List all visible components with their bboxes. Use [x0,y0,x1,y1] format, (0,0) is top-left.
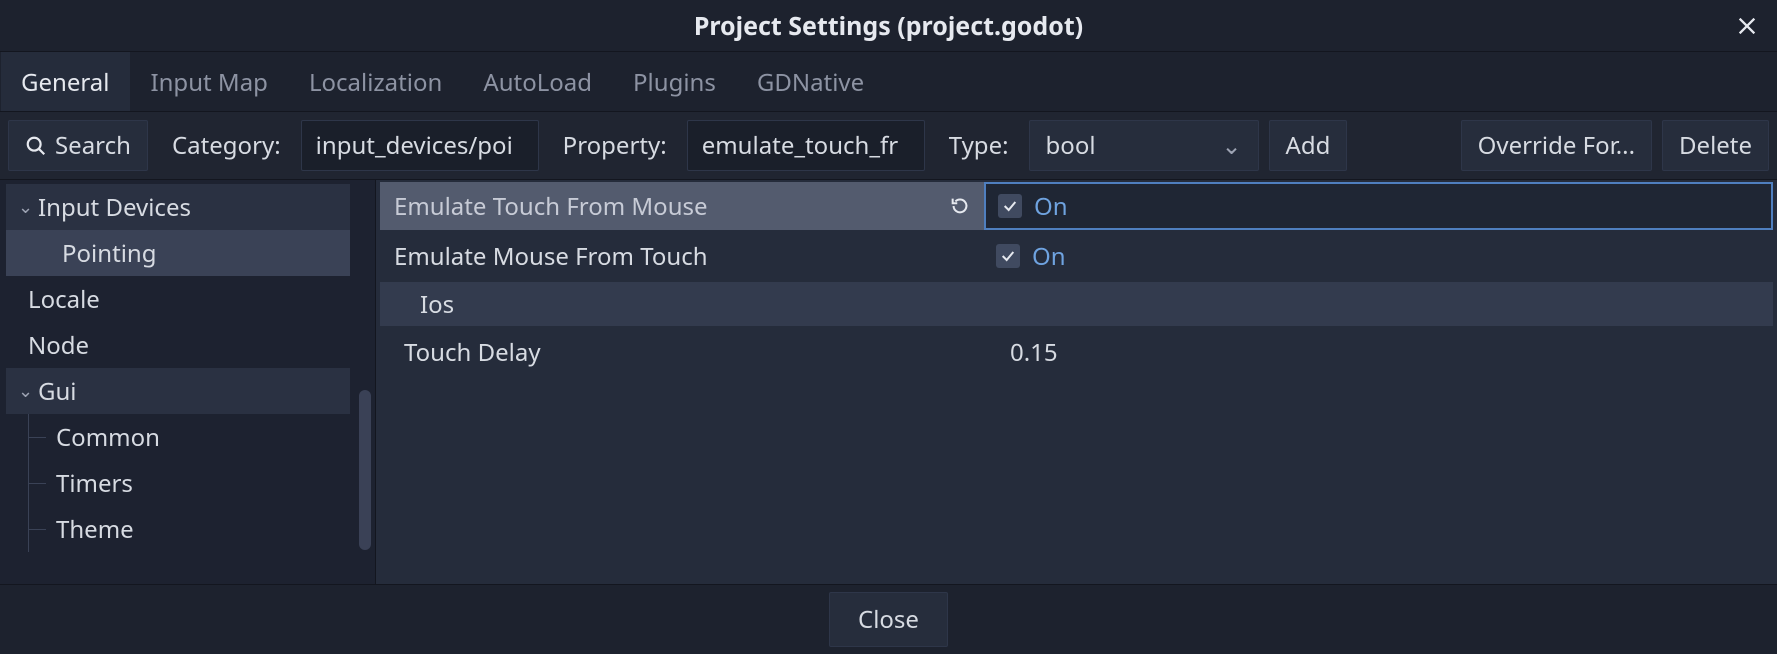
search-icon [25,135,47,157]
type-select-value: bool [1046,129,1096,162]
section-header-ios[interactable]: Ios [380,282,1773,326]
tree-item-locale[interactable]: Locale [0,276,375,322]
tab-localization[interactable]: Localization [289,52,463,111]
sidebar-tree: ⌄ Input Devices Pointing Locale Node ⌄ G… [0,180,376,584]
property-label[interactable]: Emulate Touch From Mouse [380,182,984,230]
main-split: ⌄ Input Devices Pointing Locale Node ⌄ G… [0,180,1777,584]
property-label: Property: [549,120,677,171]
footer: Close [0,584,1777,654]
checkbox[interactable] [996,244,1020,268]
property-row-emulate-mouse-from-touch: Emulate Mouse From Touch On [380,232,1773,280]
search-button-label: Search [55,129,131,162]
property-inspector: Emulate Touch From Mouse On Emulate Mous… [376,180,1777,584]
revert-icon[interactable] [946,192,974,220]
search-button[interactable]: Search [8,120,148,171]
tab-plugins[interactable]: Plugins [613,52,737,111]
toolbar: Search Category: input_devices/poi Prope… [0,112,1777,180]
property-value[interactable]: 0.15 [984,328,1773,376]
tab-bar: General Input Map Localization AutoLoad … [0,52,1777,112]
check-icon [1000,248,1016,264]
property-label[interactable]: Touch Delay [380,328,984,376]
property-row-touch-delay: Touch Delay 0.15 [380,328,1773,376]
on-label: On [1034,190,1068,223]
property-value[interactable]: On [984,182,1773,230]
checkbox[interactable] [998,194,1022,218]
tab-general[interactable]: General [1,52,130,111]
tree-item-input-devices[interactable]: ⌄ Input Devices [6,184,350,230]
tree-item-common[interactable]: Common [0,414,375,460]
close-icon[interactable] [1729,8,1765,44]
category-field[interactable]: input_devices/poi [301,120,539,171]
override-for-button[interactable]: Override For... [1461,120,1652,171]
add-button[interactable]: Add [1269,120,1348,171]
tree-item-timers[interactable]: Timers [0,460,375,506]
window-title: Project Settings (project.godot) [694,9,1083,43]
touch-delay-value: 0.15 [996,336,1058,369]
chevron-down-icon: ⌄ [18,195,36,219]
tree-item-node[interactable]: Node [0,322,375,368]
type-label: Type: [935,120,1019,171]
sidebar-scrollbar[interactable] [359,390,371,550]
category-label: Category: [158,120,291,171]
property-row-emulate-touch-from-mouse: Emulate Touch From Mouse On [380,182,1773,230]
tab-input-map[interactable]: Input Map [130,52,288,111]
check-icon [1002,198,1018,214]
tree-item-theme[interactable]: Theme [0,506,375,552]
property-value[interactable]: On [984,232,1773,280]
property-label[interactable]: Emulate Mouse From Touch [380,232,984,280]
type-select[interactable]: bool ⌄ [1029,120,1259,171]
tab-autoload[interactable]: AutoLoad [463,52,613,111]
titlebar: Project Settings (project.godot) [0,0,1777,52]
chevron-down-icon: ⌄ [1221,129,1241,162]
tab-gdnative[interactable]: GDNative [737,52,885,111]
tree-item-gui[interactable]: ⌄ Gui [6,368,350,414]
delete-button[interactable]: Delete [1662,120,1769,171]
property-field[interactable]: emulate_touch_fr [687,120,925,171]
close-button[interactable]: Close [829,592,948,647]
tree-item-pointing[interactable]: Pointing [6,230,350,276]
chevron-down-icon: ⌄ [18,379,36,403]
on-label: On [1032,240,1066,273]
